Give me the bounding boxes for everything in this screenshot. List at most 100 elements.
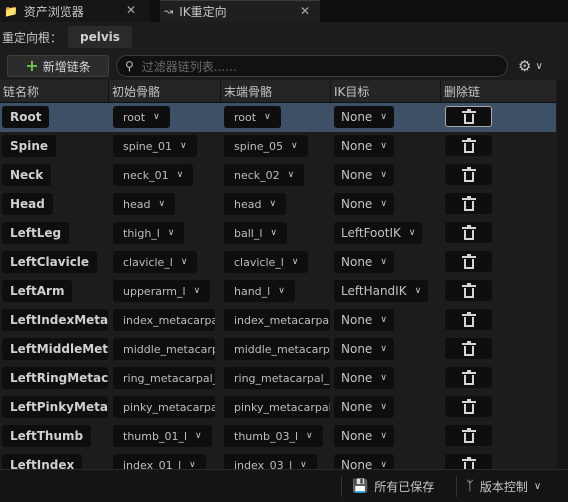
ik-goal-dropdown[interactable]: LeftHandIK ∨	[334, 280, 429, 302]
chevron-down-icon: ∨	[167, 228, 175, 238]
ik-goal-dropdown[interactable]: None ∨	[334, 367, 394, 389]
delete-chain-button[interactable]	[445, 222, 492, 243]
start-bone-dropdown[interactable]: upperarm_l ∨	[113, 280, 211, 302]
tab-asset-browser[interactable]: 📁 资产浏览器 ✕	[0, 0, 150, 22]
settings-button[interactable]: ⚙ ∨	[518, 56, 543, 76]
end-bone-dropdown[interactable]: root ∨	[224, 106, 281, 128]
end-bone-value: middle_metacarpal	[234, 342, 330, 356]
tab-ik-retargeter[interactable]: ↝ IK重定向 ✕	[160, 0, 320, 22]
chain-name-field[interactable]: Root	[2, 106, 50, 128]
chevron-down-icon: ∨	[264, 112, 271, 122]
column-start-bone[interactable]: 初始骨骼	[108, 80, 220, 103]
start-bone-dropdown[interactable]: root ∨	[113, 106, 170, 128]
start-bone-dropdown[interactable]: thigh_l ∨	[113, 222, 185, 244]
delete-chain-button[interactable]	[445, 309, 492, 330]
delete-chain-button[interactable]	[445, 425, 492, 446]
save-all-button[interactable]: 💾 所有已保存	[352, 470, 434, 502]
table-row[interactable]: Root root ∨ root ∨ None ∨	[0, 103, 556, 132]
chevron-down-icon: ∨	[533, 481, 542, 492]
delete-chain-button[interactable]	[445, 106, 492, 127]
delete-chain-button[interactable]	[445, 396, 492, 417]
start-bone-dropdown[interactable]: clavicle_l ∨	[113, 251, 198, 273]
column-end-bone[interactable]: 末端骨骼	[220, 80, 330, 103]
delete-chain-button[interactable]	[445, 280, 492, 301]
chain-name-field[interactable]: Neck	[2, 164, 52, 186]
ik-goal-dropdown[interactable]: None ∨	[334, 164, 394, 186]
delete-chain-button[interactable]	[445, 164, 492, 185]
chain-name-field[interactable]: LeftIndexMetaca	[2, 309, 108, 331]
close-icon[interactable]: ✕	[300, 4, 310, 18]
delete-chain-button[interactable]	[445, 338, 492, 359]
table-row[interactable]: Neck neck_01 ∨ neck_02 ∨ None ∨	[0, 161, 556, 190]
start-bone-dropdown[interactable]: spine_01 ∨	[113, 135, 197, 157]
end-bone-value: head	[234, 197, 262, 211]
chain-name-field[interactable]: LeftMiddleMetac	[2, 338, 108, 360]
start-bone-dropdown[interactable]: ring_metacarpal_l∨	[113, 367, 215, 389]
end-bone-dropdown[interactable]: spine_05 ∨	[224, 135, 308, 157]
table-row[interactable]: LeftClavicle clavicle_l ∨ clavicle_l ∨ None ∨	[0, 248, 556, 277]
table-row[interactable]: LeftArm upperarm_l ∨ hand_l ∨ LeftHandIK ∨	[0, 277, 556, 306]
retarget-root-value[interactable]: pelvis	[68, 26, 132, 48]
start-bone-dropdown[interactable]: neck_01 ∨	[113, 164, 194, 186]
ik-goal-dropdown[interactable]: None ∨	[334, 193, 394, 215]
ik-goal-dropdown[interactable]: None ∨	[334, 396, 394, 418]
ik-goal-dropdown[interactable]: None ∨	[334, 338, 394, 360]
chain-name-field[interactable]: LeftPinkyMetaca	[2, 396, 108, 418]
chevron-down-icon: ∨	[414, 286, 422, 296]
end-bone-dropdown[interactable]: ball_l ∨	[224, 222, 287, 244]
ik-goal-dropdown[interactable]: None ∨	[334, 425, 394, 447]
end-bone-dropdown[interactable]: pinky_metacarpal_l∨	[224, 396, 330, 418]
delete-chain-button[interactable]	[445, 251, 492, 272]
ik-goal-dropdown[interactable]: None ∨	[334, 106, 394, 128]
chain-name-field[interactable]: Head	[2, 193, 53, 215]
end-bone-dropdown[interactable]: ring_metacarpal_l∨	[224, 367, 330, 389]
end-bone-dropdown[interactable]: hand_l ∨	[224, 280, 295, 302]
source-control-button[interactable]: ᛉ 版本控制 ∨	[466, 470, 541, 502]
table-row[interactable]: LeftPinkyMetacapinky_metacarpal_l∨pinky_…	[0, 393, 556, 422]
vertical-scrollbar[interactable]	[557, 80, 568, 490]
add-chain-button[interactable]: + 新增链条	[7, 55, 109, 77]
table-row[interactable]: LeftRingMetacarring_metacarpal_l∨ring_me…	[0, 364, 556, 393]
ik-goal-dropdown[interactable]: LeftFootIK ∨	[334, 222, 423, 244]
delete-chain-button[interactable]	[445, 367, 492, 388]
chain-name-field[interactable]: LeftLeg	[2, 222, 70, 244]
delete-chain-button[interactable]	[445, 193, 492, 214]
end-bone-value: ball_l	[234, 226, 263, 240]
column-ik-goal[interactable]: IK目标	[330, 80, 440, 103]
ik-goal-dropdown[interactable]: None ∨	[334, 251, 394, 273]
table-row[interactable]: LeftThumb thumb_01_l ∨ thumb_03_l ∨ None ∨	[0, 422, 556, 451]
chain-name-field[interactable]: LeftThumb	[2, 425, 92, 447]
search-input[interactable]: 过滤器链列表......	[142, 58, 237, 75]
ik-goal-dropdown[interactable]: None ∨	[334, 135, 394, 157]
start-bone-value: neck_01	[123, 168, 169, 182]
chain-name-field[interactable]: LeftRingMetacar	[2, 367, 108, 389]
ik-goal-dropdown[interactable]: None ∨	[334, 309, 394, 331]
chevron-down-icon: ∨	[269, 199, 277, 209]
start-bone-dropdown[interactable]: head ∨	[113, 193, 176, 215]
end-bone-dropdown[interactable]: clavicle_l ∨	[224, 251, 309, 273]
table-row[interactable]: Spine spine_01 ∨ spine_05 ∨ None ∨	[0, 132, 556, 161]
start-bone-dropdown[interactable]: index_metacarpal_l∨	[113, 309, 215, 331]
column-delete-chain[interactable]: 删除链	[440, 80, 556, 103]
start-bone-dropdown[interactable]: middle_metacarpal∨	[113, 338, 215, 360]
start-bone-dropdown[interactable]: pinky_metacarpal_l∨	[113, 396, 215, 418]
chevron-down-icon: ∨	[278, 286, 285, 296]
table-row[interactable]: Head head ∨ head ∨ None ∨	[0, 190, 556, 219]
end-bone-dropdown[interactable]: head ∨	[224, 193, 287, 215]
delete-chain-button[interactable]	[445, 135, 492, 156]
chain-name-field[interactable]: LeftArm	[2, 280, 73, 302]
end-bone-dropdown[interactable]: index_metacarpal_l∨	[224, 309, 330, 331]
end-bone-dropdown[interactable]: middle_metacarpal∨	[224, 338, 330, 360]
close-icon[interactable]: ✕	[126, 3, 136, 17]
chain-name-field[interactable]: Spine	[2, 135, 57, 157]
table-row[interactable]: LeftIndexMetacaindex_metacarpal_l∨index_…	[0, 306, 556, 335]
end-bone-dropdown[interactable]: thumb_03_l ∨	[224, 425, 323, 447]
chain-filter-search[interactable]: ⚲ 过滤器链列表......	[116, 55, 508, 77]
start-bone-dropdown[interactable]: thumb_01_l ∨	[113, 425, 212, 447]
table-row[interactable]: LeftMiddleMetacmiddle_metacarpal∨middle_…	[0, 335, 556, 364]
end-bone-dropdown[interactable]: neck_02 ∨	[224, 164, 305, 186]
column-chain-name[interactable]: 链名称	[0, 80, 108, 103]
table-row[interactable]: LeftLeg thigh_l ∨ ball_l ∨ LeftFootIK ∨	[0, 219, 556, 248]
chain-name-field[interactable]: LeftClavicle	[2, 251, 98, 273]
ik-goal-value: None	[341, 371, 373, 385]
